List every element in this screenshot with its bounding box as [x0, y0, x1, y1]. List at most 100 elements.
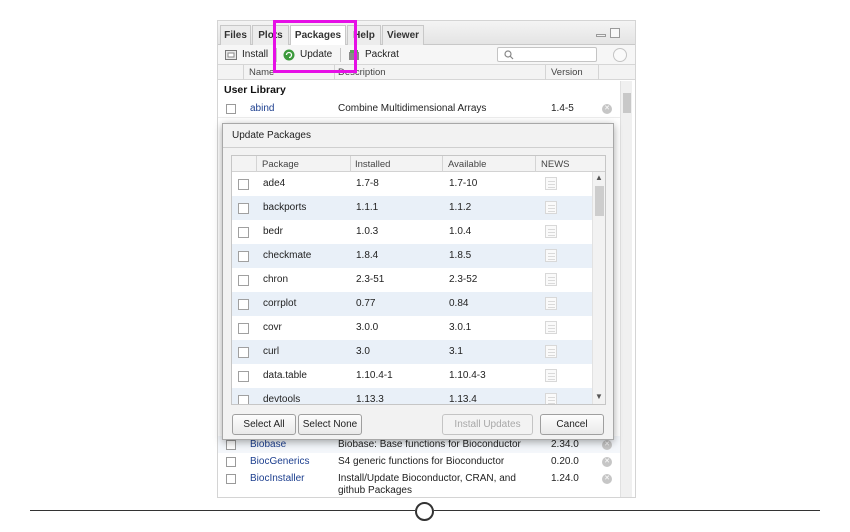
column-divider [256, 156, 257, 172]
package-checkbox[interactable] [238, 371, 249, 382]
package-name: bedr [263, 226, 284, 237]
news-icon[interactable] [545, 321, 557, 334]
scrollbar-thumb[interactable] [595, 186, 604, 216]
package-name: ade4 [263, 178, 286, 189]
cancel-button[interactable]: Cancel [540, 414, 604, 435]
update-list-scrollbar[interactable]: ▲ ▼ [592, 172, 605, 404]
scrollbar-thumb[interactable] [623, 93, 631, 113]
remove-package-icon[interactable]: ✕ [602, 457, 612, 467]
installed-version: 1.1.1 [356, 202, 379, 213]
news-icon[interactable] [545, 345, 557, 358]
news-icon[interactable] [545, 369, 557, 382]
package-name-link[interactable]: BiocInstaller [250, 473, 304, 484]
remove-package-icon[interactable]: ✕ [602, 474, 612, 484]
column-version[interactable]: Version [551, 67, 583, 78]
package-checkbox[interactable] [226, 457, 236, 467]
refresh-icon[interactable] [613, 48, 627, 62]
package-checkbox[interactable] [226, 440, 236, 450]
package-description: Combine Multidimensional Arrays [338, 103, 487, 114]
package-checkbox[interactable] [238, 347, 249, 358]
divider-knob [415, 502, 434, 521]
column-installed[interactable]: Installed [355, 159, 390, 170]
available-version: 1.1.2 [449, 202, 472, 213]
remove-package-icon[interactable]: ✕ [602, 104, 612, 114]
column-news[interactable]: NEWS [541, 159, 570, 170]
package-checkbox[interactable] [238, 227, 249, 238]
news-icon[interactable] [545, 225, 557, 238]
table-row[interactable]: covr 3.0.0 3.0.1 [232, 316, 592, 340]
user-library-group: User Library [224, 84, 286, 96]
column-available[interactable]: Available [448, 159, 486, 170]
package-name-link[interactable]: Biobase [250, 439, 286, 450]
package-name: curl [263, 346, 280, 357]
package-name: chron [263, 274, 289, 285]
column-divider [243, 65, 244, 80]
install-button[interactable]: Install [225, 47, 268, 63]
highlight-box [273, 20, 357, 73]
available-version: 0.84 [449, 298, 469, 309]
news-icon[interactable] [545, 249, 557, 262]
available-version: 1.13.4 [449, 394, 477, 405]
installed-version: 0.77 [356, 298, 376, 309]
package-checkbox[interactable] [238, 395, 249, 404]
news-icon[interactable] [545, 297, 557, 310]
package-name-link[interactable]: BiocGenerics [250, 456, 309, 467]
scroll-down-icon[interactable]: ▼ [595, 392, 603, 401]
table-row[interactable]: curl 3.0 3.1 [232, 340, 592, 364]
installed-version: 2.3-51 [356, 274, 385, 285]
remove-package-icon[interactable]: ✕ [602, 440, 612, 450]
package-checkbox[interactable] [226, 104, 236, 114]
package-checkbox[interactable] [238, 203, 249, 214]
available-version: 1.0.4 [449, 226, 472, 237]
table-row[interactable]: devtools 1.13.3 1.13.4 [232, 388, 592, 405]
scroll-up-icon[interactable]: ▲ [595, 173, 603, 182]
table-row[interactable]: data.table 1.10.4-1 1.10.4-3 [232, 364, 592, 388]
package-name-link[interactable]: abind [250, 103, 274, 114]
package-name: checkmate [263, 250, 312, 261]
minimize-icon[interactable] [596, 34, 606, 37]
column-name[interactable]: Name [249, 67, 274, 78]
news-icon[interactable] [545, 393, 557, 404]
package-checkbox[interactable] [238, 251, 249, 262]
installed-version: 1.7-8 [356, 178, 379, 189]
table-row[interactable]: backports 1.1.1 1.1.2 [232, 196, 592, 220]
package-checkbox[interactable] [238, 299, 249, 310]
search-input[interactable] [497, 47, 597, 62]
available-version: 1.8.5 [449, 250, 472, 261]
package-name: data.table [263, 370, 307, 381]
installed-version: 1.13.3 [356, 394, 384, 405]
select-all-button[interactable]: Select All [232, 414, 296, 435]
divider-line-right [434, 510, 820, 511]
package-checkbox[interactable] [238, 179, 249, 190]
table-row[interactable]: checkmate 1.8.4 1.8.5 [232, 244, 592, 268]
package-name: backports [263, 202, 307, 213]
tab-viewer[interactable]: Viewer [382, 25, 424, 45]
package-checkbox[interactable] [238, 275, 249, 286]
table-row[interactable]: ade4 1.7-8 1.7-10 [232, 172, 592, 196]
package-checkbox[interactable] [238, 323, 249, 334]
install-icon [225, 50, 237, 60]
column-package[interactable]: Package [262, 159, 299, 170]
news-icon[interactable] [545, 201, 557, 214]
news-icon[interactable] [545, 273, 557, 286]
list-item: BiocGenerics S4 generic functions for Bi… [218, 453, 620, 471]
installed-version: 1.10.4-1 [356, 370, 393, 381]
installed-version: 1.8.4 [356, 250, 379, 261]
package-description: Install/Update Bioconductor, CRAN, and [338, 473, 516, 484]
package-description-line2: github Packages [338, 485, 412, 496]
list-item: BiocInstaller Install/Update Bioconducto… [218, 470, 620, 497]
table-row[interactable]: corrplot 0.77 0.84 [232, 292, 592, 316]
tab-files[interactable]: Files [220, 25, 251, 45]
select-none-button[interactable]: Select None [298, 414, 362, 435]
install-updates-button[interactable]: Install Updates [442, 414, 533, 435]
table-row[interactable]: chron 2.3-51 2.3-52 [232, 268, 592, 292]
divider-line-left [30, 510, 415, 511]
table-row[interactable]: bedr 1.0.3 1.0.4 [232, 220, 592, 244]
install-label: Install [242, 49, 269, 60]
package-list-scrollbar[interactable] [620, 81, 632, 497]
package-checkbox[interactable] [226, 474, 236, 484]
maximize-icon[interactable] [610, 28, 620, 38]
available-version: 1.10.4-3 [449, 370, 486, 381]
installed-version: 1.0.3 [356, 226, 379, 237]
news-icon[interactable] [545, 177, 557, 190]
